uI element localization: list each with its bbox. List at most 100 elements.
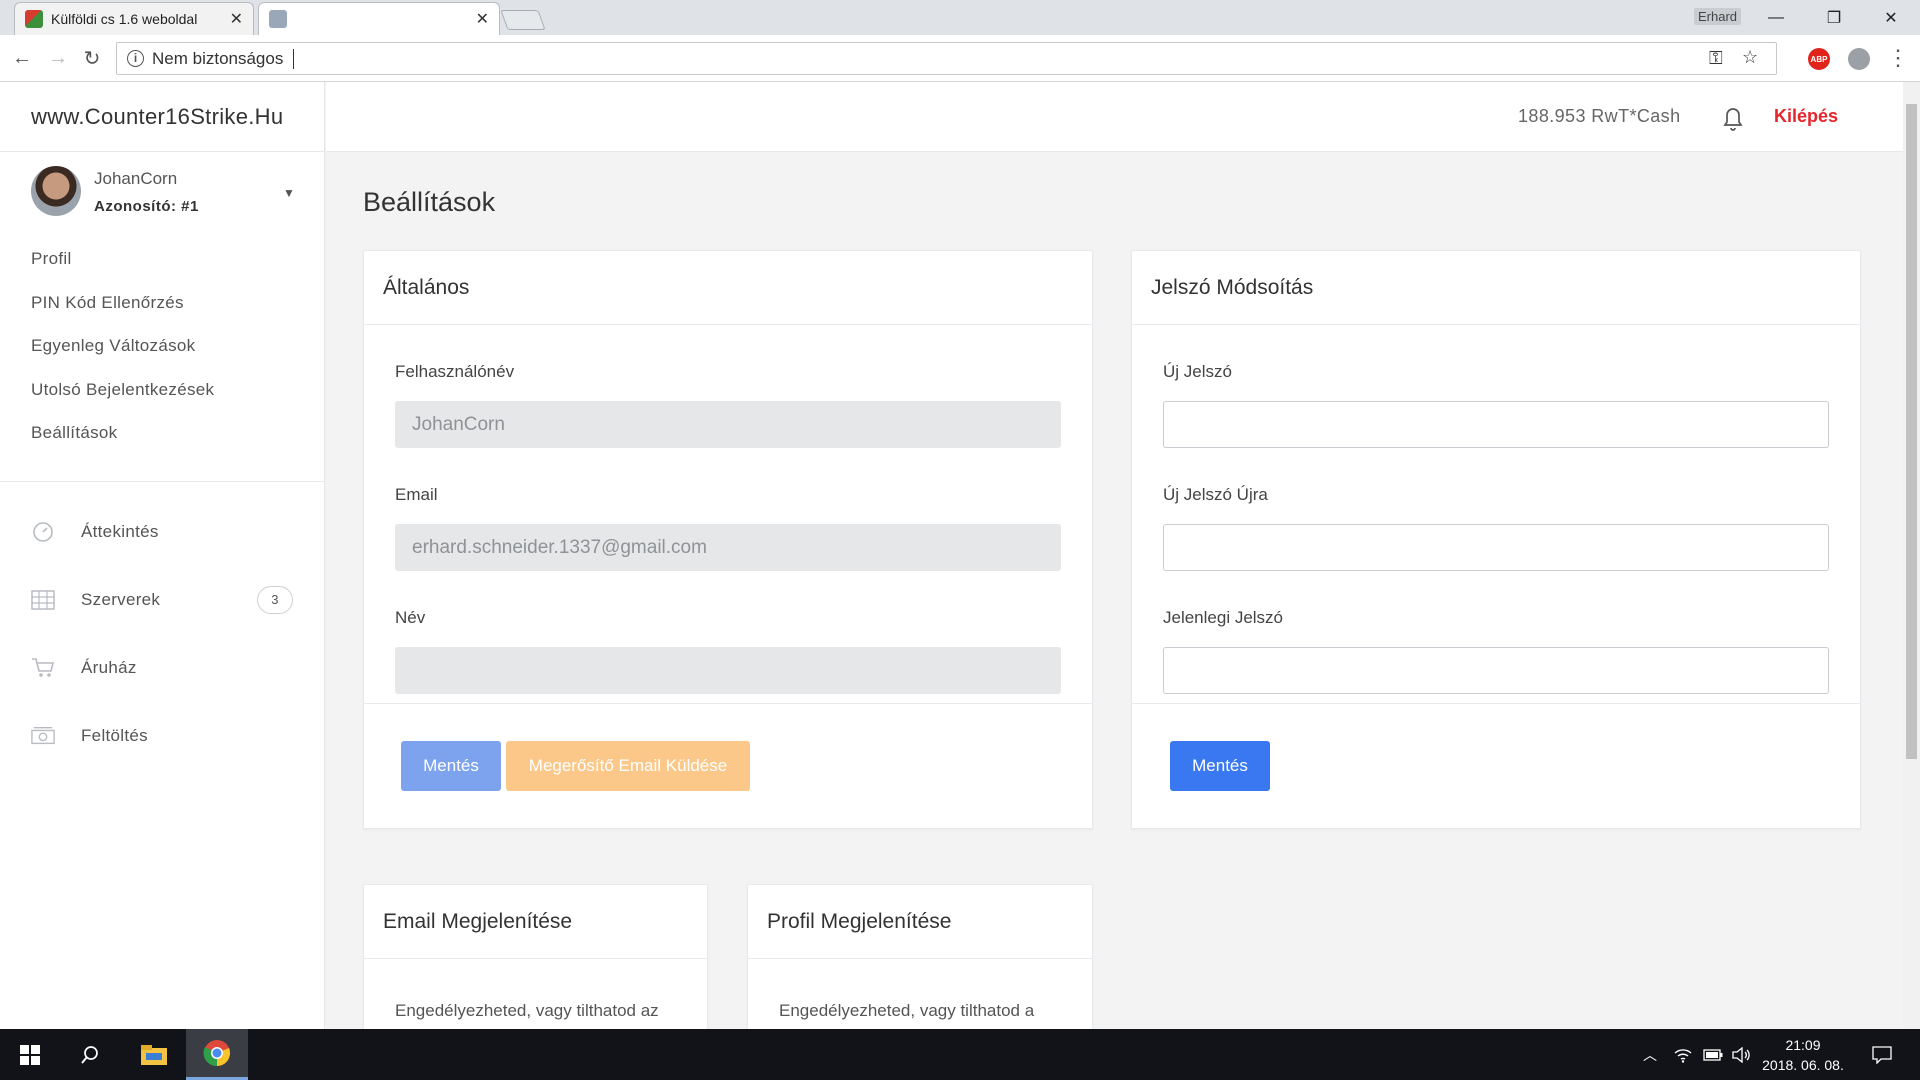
sidebar-item-shop[interactable]: Áruház [0, 634, 324, 702]
sidebar-item-settings[interactable]: Beállítások [0, 411, 324, 455]
clock-time: 21:09 [1785, 1037, 1821, 1053]
sidebar-menu-main: Áttekintés Szerverek 3 Áruház Feltöltés [0, 482, 324, 770]
bookmark-star-icon[interactable]: ☆ [1742, 47, 1758, 68]
bell-icon[interactable] [1721, 103, 1745, 131]
address-bar[interactable]: i Nem biztonságos ⚿ ☆ [116, 42, 1777, 75]
avatar[interactable] [31, 166, 81, 216]
email-display-card: Email Megjelenítése Engedélyezheted, vag… [363, 884, 708, 1029]
top-navbar: 188.953 RwT*Cash Kilépés [326, 82, 1903, 152]
servers-count-badge: 3 [257, 585, 293, 614]
grid-icon [31, 588, 55, 612]
card-footer: Mentés Megerősítő Email Küldése [364, 703, 1092, 828]
sidebar-item-label: Áttekintés [81, 521, 159, 541]
email-field: erhard.schneider.1337@gmail.com [395, 524, 1061, 571]
profile-display-card: Profil Megjelenítése Engedélyezheted, va… [747, 884, 1093, 1029]
cash-balance: 188.953 RwT*Cash [1518, 106, 1681, 126]
sidebar-item-balance-changes[interactable]: Egyenleg Változások [0, 324, 324, 368]
new-tab-button[interactable] [500, 10, 546, 30]
taskbar-clock[interactable]: 21:09 2018. 06. 08. [1755, 1035, 1851, 1075]
chrome-taskbar-icon[interactable] [186, 1029, 248, 1080]
sidebar-menu-account: Profil PIN Kód Ellenőrzés Egyenleg Válto… [0, 237, 324, 482]
new-password-field[interactable] [1163, 401, 1829, 448]
chevron-up-icon[interactable]: ︿ [1637, 1029, 1663, 1080]
general-settings-card: Általános Felhasználónév JohanCorn Email… [363, 250, 1093, 829]
sidebar-item-label: Áruház [81, 657, 137, 677]
browser-tabstrip: Külföldi cs 1.6 weboldal ✕ ✕ Erhard — ❐ … [0, 0, 1920, 35]
cash-icon [31, 724, 55, 748]
card-title: Jelszó Módsoítás [1132, 251, 1860, 325]
close-tab-icon[interactable]: ✕ [230, 9, 243, 29]
file-explorer-icon[interactable] [124, 1029, 184, 1080]
info-icon[interactable]: i [127, 50, 144, 67]
extension-icon[interactable] [1848, 48, 1870, 70]
card-title: Általános [364, 251, 1092, 325]
cart-icon [31, 656, 55, 680]
sidebar-item-pin[interactable]: PIN Kód Ellenőrzés [0, 281, 324, 325]
browser-tab[interactable]: Külföldi cs 1.6 weboldal ✕ [14, 2, 254, 35]
new-password-label: Új Jelszó [1163, 362, 1232, 381]
restore-icon[interactable]: ❐ [1805, 0, 1863, 35]
user-id: Azonosító: #1 [94, 198, 199, 215]
adblock-plus-icon[interactable]: ABP [1808, 48, 1830, 70]
card-description: Engedélyezheted, vagy tilthatod a [779, 1001, 1035, 1020]
reload-icon[interactable]: ↻ [78, 44, 106, 72]
wifi-icon[interactable] [1670, 1029, 1696, 1080]
username-label: Felhasználónév [395, 362, 515, 381]
close-window-icon[interactable]: ✕ [1862, 0, 1920, 35]
send-verification-email-button[interactable]: Megerősítő Email Küldése [506, 741, 750, 791]
password-change-card: Jelszó Módsoítás Új Jelszó Új Jelszó Újr… [1131, 250, 1861, 829]
chevron-down-icon[interactable]: ▼ [283, 186, 295, 200]
key-icon[interactable]: ⚿ [1709, 48, 1723, 69]
speedometer-icon [31, 520, 55, 544]
sidebar-item-profil[interactable]: Profil [0, 237, 324, 281]
sidebar-item-label: Feltöltés [81, 725, 148, 745]
current-password-field[interactable] [1163, 647, 1829, 694]
site-favicon-icon [25, 10, 43, 28]
back-icon[interactable]: ← [8, 44, 36, 72]
notification-center-icon[interactable] [1862, 1029, 1902, 1080]
username-field: JohanCorn [395, 401, 1061, 448]
user-name: JohanCorn [94, 169, 178, 188]
save-password-button[interactable]: Mentés [1170, 741, 1270, 791]
email-label: Email [395, 485, 438, 504]
page-title: Beállítások [363, 187, 496, 217]
security-status-text: Nem biztonságos [152, 48, 284, 68]
sidebar-item-label: Szerverek [81, 589, 161, 609]
sidebar-item-servers[interactable]: Szerverek 3 [0, 566, 324, 634]
logout-link[interactable]: Kilépés [1774, 106, 1838, 127]
site-brand[interactable]: www.Counter16Strike.Hu [0, 82, 324, 152]
browser-profile-name[interactable]: Erhard [1694, 8, 1742, 25]
battery-icon[interactable] [1700, 1029, 1726, 1080]
repeat-password-field[interactable] [1163, 524, 1829, 571]
card-title: Profil Megjelenítése [748, 885, 1092, 959]
windows-taskbar: ︿ 21:09 2018. 06. 08. [0, 1029, 1920, 1080]
browser-menu-icon[interactable]: ⋮ [1884, 44, 1912, 72]
text-caret [293, 48, 295, 69]
page-viewport: www.Counter16Strike.Hu JohanCorn Azonosí… [0, 82, 1903, 1029]
page-scrollbar[interactable] [1903, 82, 1920, 1029]
browser-toolbar: ← → ↻ i Nem biztonságos ⚿ ☆ ABP ⋮ [0, 35, 1920, 82]
scrollbar-thumb[interactable] [1906, 104, 1917, 759]
windows-start-icon[interactable] [0, 1029, 60, 1080]
clock-date: 2018. 06. 08. [1762, 1057, 1844, 1073]
name-field [395, 647, 1061, 694]
browser-tab-active[interactable]: ✕ [258, 2, 500, 35]
tab-title: Külföldi cs 1.6 weboldal [51, 11, 198, 27]
name-label: Név [395, 608, 426, 627]
minimize-icon[interactable]: — [1747, 0, 1805, 35]
current-password-label: Jelenlegi Jelszó [1163, 608, 1284, 627]
save-button[interactable]: Mentés [401, 741, 501, 791]
user-panel[interactable]: JohanCorn Azonosító: #1 ▼ [0, 152, 324, 237]
forward-icon[interactable]: → [44, 44, 72, 72]
card-title: Email Megjelenítése [364, 885, 707, 959]
repeat-password-label: Új Jelszó Újra [1163, 485, 1268, 504]
card-description: Engedélyezheted, vagy tilthatod az [395, 1001, 659, 1020]
sidebar: www.Counter16Strike.Hu JohanCorn Azonosí… [0, 82, 325, 1029]
search-icon[interactable] [60, 1029, 120, 1080]
volume-icon[interactable] [1728, 1029, 1754, 1080]
sidebar-item-last-logins[interactable]: Utolsó Bejelentkezések [0, 368, 324, 412]
sidebar-item-overview[interactable]: Áttekintés [0, 498, 324, 566]
sidebar-item-topup[interactable]: Feltöltés [0, 702, 324, 770]
site-favicon-icon [269, 10, 287, 28]
close-tab-icon[interactable]: ✕ [476, 9, 489, 29]
